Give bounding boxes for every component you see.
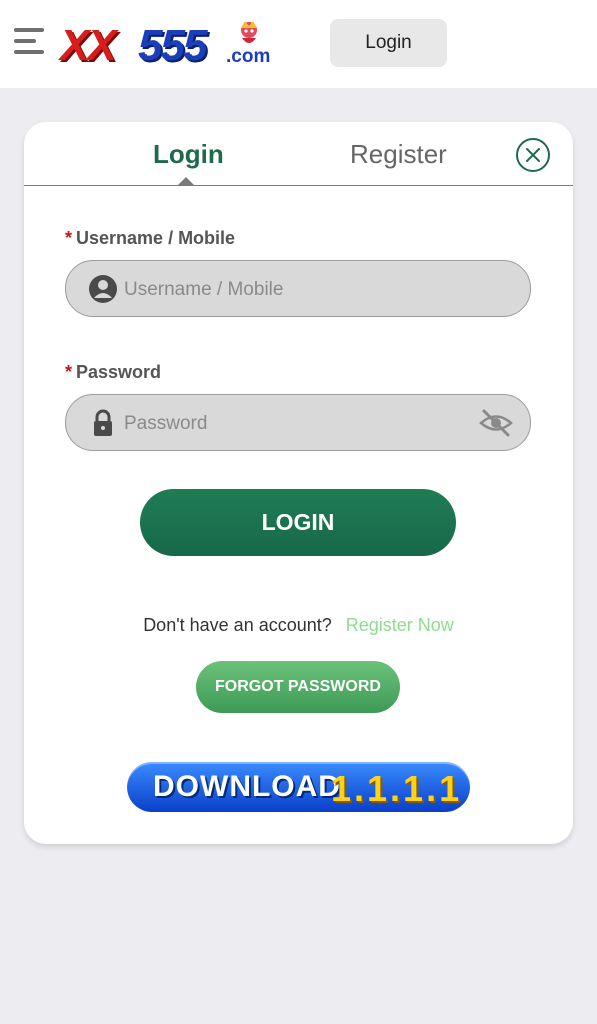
login-submit-button[interactable]: LOGIN: [140, 489, 456, 556]
eye-off-icon[interactable]: [478, 408, 514, 438]
download-label: DOWNLOAD: [153, 770, 341, 803]
username-label-text: Username / Mobile: [76, 228, 236, 248]
logo-suffix: .com: [226, 46, 271, 67]
username-input[interactable]: [122, 261, 466, 318]
lock-icon: [94, 409, 112, 436]
required-mark: *: [65, 362, 73, 382]
close-icon[interactable]: [516, 138, 550, 172]
signup-prompt-row: Don't have an account? Register Now: [24, 615, 573, 636]
forgot-password-button[interactable]: FORGOT PASSWORD: [196, 661, 400, 713]
tab-register[interactable]: Register: [350, 138, 447, 170]
register-now-link[interactable]: Register Now: [346, 615, 454, 635]
signup-prompt: Don't have an account?: [143, 615, 332, 635]
password-label: * Password: [65, 362, 161, 383]
logo-digits: 555: [138, 21, 207, 70]
password-field[interactable]: [65, 394, 531, 452]
header-login-button[interactable]: Login: [330, 19, 447, 67]
tab-divider: [24, 185, 573, 186]
active-tab-indicator: [178, 177, 194, 185]
user-icon: [89, 275, 117, 303]
top-bar: XX 555 .com Login: [0, 0, 597, 88]
mascot-icon: [241, 21, 257, 43]
username-field[interactable]: [65, 260, 531, 318]
tab-login[interactable]: Login: [153, 138, 224, 170]
logo-letters: XX: [60, 21, 117, 70]
download-app-button[interactable]: DOWNLOAD 1.1.1.1: [127, 762, 470, 812]
required-mark: *: [65, 228, 73, 248]
password-label-text: Password: [76, 362, 162, 382]
username-label: * Username / Mobile: [65, 228, 235, 249]
login-card: Login Register *Username / Mobile *Passw…: [24, 122, 573, 844]
menu-icon[interactable]: [14, 28, 48, 60]
site-logo[interactable]: XX 555 .com: [60, 20, 295, 72]
download-version: 1.1.1.1: [331, 768, 463, 809]
password-input[interactable]: [122, 395, 466, 452]
